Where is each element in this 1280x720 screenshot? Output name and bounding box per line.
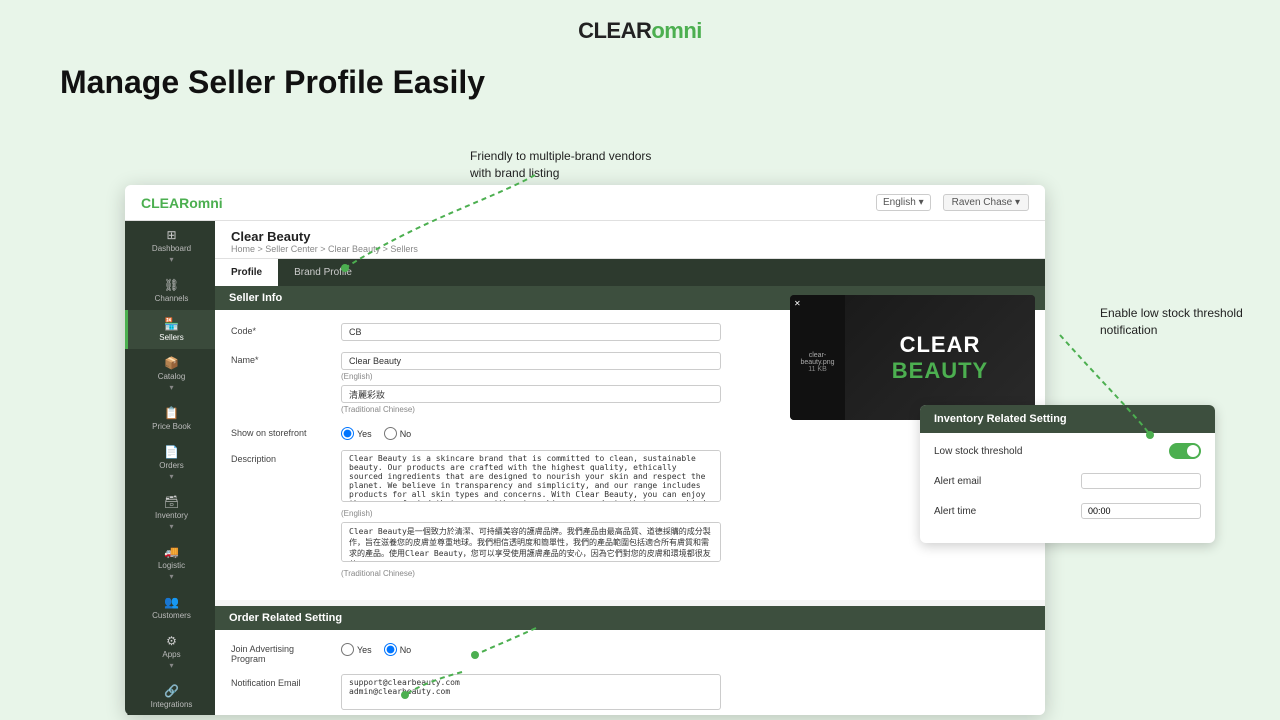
join-ad-radio: Yes No: [341, 640, 1029, 656]
inventory-panel-header: Inventory Related Setting: [920, 405, 1215, 433]
sidebar: ⊞ Dashboard ▾ ⛓ Channels 🏪 Sellers 📦 Cat…: [125, 221, 215, 715]
orders-icon: 📄: [164, 445, 179, 459]
name-label: Name*: [231, 351, 331, 365]
cb-clear-text: CLEAR: [892, 332, 988, 358]
tab-profile[interactable]: Profile: [215, 259, 278, 286]
cb-beauty-text: BEAUTY: [892, 358, 988, 384]
notification-email-row: Notification Email support@clearbeauty.c…: [231, 674, 1029, 715]
app-header-right: English ▾ Raven Chase ▾: [876, 194, 1029, 211]
code-input[interactable]: [341, 323, 721, 341]
customers-icon: 👥: [164, 595, 179, 609]
app-logo: CLEARomni: [0, 0, 1280, 54]
user-menu[interactable]: Raven Chase ▾: [943, 194, 1029, 211]
app-header: CLEARomni English ▾ Raven Chase ▾: [125, 185, 1045, 221]
low-stock-label: Low stock threshold: [934, 446, 1022, 457]
code-label: Code*: [231, 322, 331, 336]
annotation-right: Enable low stock threshold notification: [1100, 305, 1260, 339]
name-input-cn[interactable]: [341, 385, 721, 403]
radio-no[interactable]: [384, 427, 397, 440]
main-heading: Manage Seller Profile Easily: [0, 54, 1280, 107]
image-thumbnail: ✕ clear-beauty.png 11 KB: [790, 295, 845, 420]
radio-yes-label[interactable]: Yes: [341, 427, 372, 440]
show-storefront-row: Show on storefront Yes No: [231, 424, 1029, 440]
show-storefront-label: Show on storefront: [231, 424, 331, 438]
radio-no-label[interactable]: No: [384, 427, 412, 440]
sidebar-item-integrations[interactable]: 🔗 Integrations: [125, 677, 215, 715]
alert-time-input[interactable]: [1081, 503, 1201, 519]
description-label: Description: [231, 450, 331, 464]
sidebar-item-catalog[interactable]: 📦 Catalog ▾: [125, 349, 215, 399]
app-header-logo: CLEARomni: [141, 195, 223, 211]
join-ad-field: Yes No: [341, 640, 1029, 656]
page-title-bar: Clear Beauty Home > Seller Center > Clea…: [215, 221, 1045, 259]
apps-icon: ⚙: [166, 634, 177, 648]
description-input-en[interactable]: Clear Beauty is a skincare brand that is…: [341, 450, 721, 502]
page-title: Clear Beauty: [231, 229, 1029, 244]
join-ad-yes[interactable]: [341, 643, 354, 656]
channels-icon: ⛓: [164, 278, 179, 292]
join-ad-no-label[interactable]: No: [384, 643, 412, 656]
notification-email-label: Notification Email: [231, 674, 331, 688]
sidebar-item-channels[interactable]: ⛓ Channels: [125, 271, 215, 310]
alert-email-row: Alert email: [934, 473, 1201, 489]
breadcrumb: Home > Seller Center > Clear Beauty > Se…: [231, 244, 1029, 254]
sidebar-item-pricebook[interactable]: 📋 Price Book: [125, 399, 215, 438]
join-ad-yes-label[interactable]: Yes: [341, 643, 372, 656]
code-field: [341, 322, 819, 341]
tab-brand-profile[interactable]: Brand Profile: [278, 259, 368, 286]
clear-beauty-brand-logo: CLEAR BEAUTY: [892, 332, 988, 384]
annotation-top: Friendly to multiple-brand vendors with …: [470, 148, 670, 182]
logo-omni: omni: [651, 18, 702, 43]
inventory-panel-body: Low stock threshold Alert email Alert ti…: [920, 433, 1215, 543]
alert-email-label: Alert email: [934, 476, 981, 487]
image-filename: clear-beauty.png 11 KB: [796, 352, 839, 373]
image-main-preview: CLEAR BEAUTY: [845, 295, 1035, 420]
sidebar-item-inventory[interactable]: 🗃 Inventory ▾: [125, 488, 215, 538]
sidebar-item-customers[interactable]: 👥 Customers: [125, 588, 215, 627]
dashboard-icon: ⊞: [166, 228, 176, 242]
order-form-body: Join Advertising Program Yes No Notifica…: [215, 630, 1045, 715]
join-ad-row: Join Advertising Program Yes No: [231, 640, 1029, 664]
description-row: Description Clear Beauty is a skincare b…: [231, 450, 1029, 578]
sidebar-item-sellers[interactable]: 🏪 Sellers: [125, 310, 215, 349]
inventory-panel: Inventory Related Setting Low stock thre…: [920, 405, 1215, 543]
alert-time-label: Alert time: [934, 506, 976, 517]
order-section-header: Order Related Setting: [215, 606, 1045, 630]
image-close-button[interactable]: ✕: [794, 299, 801, 308]
tabs-bar: Profile Brand Profile: [215, 259, 1045, 286]
low-stock-row: Low stock threshold: [934, 443, 1201, 459]
notification-email-input[interactable]: support@clearbeauty.com admin@clearbeaut…: [341, 674, 721, 710]
catalog-icon: 📦: [164, 356, 179, 370]
app-window: CLEARomni English ▾ Raven Chase ▾ ⊞ Dash…: [125, 185, 1045, 715]
sidebar-item-dashboard[interactable]: ⊞ Dashboard ▾: [125, 221, 215, 271]
integrations-icon: 🔗: [164, 684, 179, 698]
description-input-cn[interactable]: Clear Beauty是一個致力於清潔、可持續美容的護膚品牌。我們產品由最高品…: [341, 522, 721, 562]
alert-email-input[interactable]: [1081, 473, 1201, 489]
sidebar-item-orders[interactable]: 📄 Orders ▾: [125, 438, 215, 488]
sellers-icon: 🏪: [164, 317, 179, 331]
low-stock-toggle[interactable]: [1169, 443, 1201, 459]
image-preview-box: ✕ clear-beauty.png 11 KB CLEAR BEAUTY: [790, 295, 1035, 420]
notification-email-field: support@clearbeauty.com admin@clearbeaut…: [341, 674, 1029, 715]
sidebar-item-logistic[interactable]: 🚚 Logistic ▾: [125, 538, 215, 588]
logo-clear: CLEAR: [578, 18, 651, 43]
radio-yes[interactable]: [341, 427, 354, 440]
sidebar-item-apps[interactable]: ⚙ Apps ▾: [125, 627, 215, 677]
alert-time-row: Alert time: [934, 503, 1201, 519]
language-selector[interactable]: English ▾: [876, 194, 931, 211]
inventory-icon: 🗃: [164, 495, 179, 509]
join-ad-no[interactable]: [384, 643, 397, 656]
desc-cn-sublabel: (Traditional Chinese): [341, 569, 1029, 578]
logistic-icon: 🚚: [164, 545, 179, 559]
name-input-en[interactable]: [341, 352, 721, 370]
pricebook-icon: 📋: [164, 406, 179, 420]
join-ad-label: Join Advertising Program: [231, 640, 331, 664]
